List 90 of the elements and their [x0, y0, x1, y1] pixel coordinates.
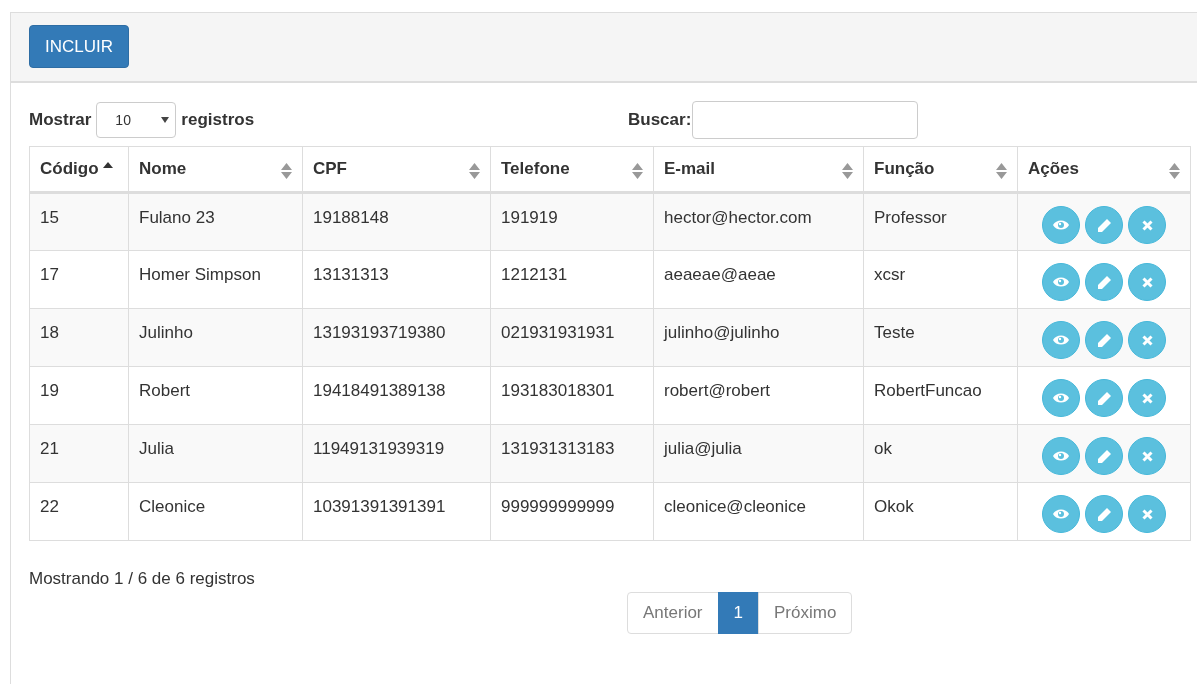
table-cell: Teste — [863, 308, 1018, 367]
view-button[interactable] — [1042, 437, 1080, 475]
delete-button[interactable] — [1128, 321, 1166, 359]
table-cell: 10391391391391 — [302, 482, 491, 541]
table-cell: 19188148 — [302, 192, 491, 251]
table-cell: Julia — [128, 424, 303, 483]
pencil-icon — [1097, 333, 1111, 347]
sort-icon — [281, 163, 292, 179]
view-button[interactable] — [1042, 495, 1080, 533]
show-label: Mostrar — [29, 110, 92, 130]
table-cell: 15 — [29, 192, 129, 251]
table-cell: Robert — [128, 366, 303, 425]
eye-icon — [1053, 276, 1069, 288]
table-cell: Okok — [863, 482, 1018, 541]
edit-button[interactable] — [1085, 206, 1123, 244]
table-cell: robert@robert — [653, 366, 864, 425]
table-cell: 999999999999 — [490, 482, 654, 541]
table-cell: 19418491389138 — [302, 366, 491, 425]
caret-icon — [161, 117, 170, 123]
close-icon — [1141, 334, 1153, 346]
delete-button[interactable] — [1128, 379, 1166, 417]
records-info: Mostrando 1 / 6 de 6 registros — [29, 569, 255, 589]
pencil-icon — [1097, 275, 1111, 289]
next-button[interactable]: Próximo — [758, 592, 853, 634]
delete-button[interactable] — [1128, 437, 1166, 475]
table-cell: Fulano 23 — [128, 192, 303, 251]
table-cell: julinho@julinho — [653, 308, 864, 367]
close-icon — [1141, 219, 1153, 231]
sort-icon — [632, 163, 643, 179]
eye-icon — [1053, 508, 1069, 520]
table-cell: 11949131939319 — [302, 424, 491, 483]
sort-icon — [469, 163, 480, 179]
sort-icon — [842, 163, 853, 179]
table-cell: 18 — [29, 308, 129, 367]
eye-icon — [1053, 219, 1069, 231]
eye-icon — [1053, 334, 1069, 346]
table-cell: cleonice@cleonice — [653, 482, 864, 541]
table-cell: 13131313 — [302, 250, 491, 309]
edit-button[interactable] — [1085, 437, 1123, 475]
table-cell: Cleonice — [128, 482, 303, 541]
table-cell: 193183018301 — [490, 366, 654, 425]
edit-button[interactable] — [1085, 263, 1123, 301]
table-cell: 1212131 — [490, 250, 654, 309]
close-icon — [1141, 508, 1153, 520]
table-cell: 22 — [29, 482, 129, 541]
edit-button[interactable] — [1085, 495, 1123, 533]
pencil-icon — [1097, 507, 1111, 521]
table-cell: 13193193719380 — [302, 308, 491, 367]
table-cell: 191919 — [490, 192, 654, 251]
delete-button[interactable] — [1128, 206, 1166, 244]
sort-icon — [1169, 163, 1180, 179]
table-cell: julia@julia — [653, 424, 864, 483]
records-label: registros — [181, 110, 255, 130]
close-icon — [1141, 450, 1153, 462]
view-button[interactable] — [1042, 379, 1080, 417]
view-button[interactable] — [1042, 321, 1080, 359]
page-button[interactable]: 1 — [717, 592, 759, 634]
previous-button[interactable]: Anterior — [627, 592, 719, 634]
delete-button[interactable] — [1128, 495, 1166, 533]
view-button[interactable] — [1042, 263, 1080, 301]
table-cell: hector@hector.com — [653, 192, 864, 251]
table-cell: 19 — [29, 366, 129, 425]
eye-icon — [1053, 392, 1069, 404]
table-cell: Professor — [863, 192, 1018, 251]
pencil-icon — [1097, 218, 1111, 232]
table-cell: 021931931931 — [490, 308, 654, 367]
table-cell: Julinho — [128, 308, 303, 367]
page-size-select[interactable]: 10 — [96, 102, 177, 138]
table-cell: 21 — [29, 424, 129, 483]
sort-icon — [996, 163, 1007, 179]
pencil-icon — [1097, 449, 1111, 463]
table-cell: RobertFuncao — [863, 366, 1018, 425]
edit-button[interactable] — [1085, 379, 1123, 417]
search-label: Buscar: — [628, 110, 692, 130]
view-button[interactable] — [1042, 206, 1080, 244]
table-cell: 17 — [29, 250, 129, 309]
table-cell: ok — [863, 424, 1018, 483]
eye-icon — [1053, 450, 1069, 462]
delete-button[interactable] — [1128, 263, 1166, 301]
pencil-icon — [1097, 391, 1111, 405]
sort-ascending-icon — [102, 162, 113, 168]
table-cell: aeaeae@aeae — [653, 250, 864, 309]
search-field[interactable] — [692, 101, 919, 139]
add-button[interactable]: INCLUIR — [29, 25, 129, 68]
table-cell: 131931313183 — [490, 424, 654, 483]
close-icon — [1141, 392, 1153, 404]
table-cell: xcsr — [863, 250, 1018, 309]
edit-button[interactable] — [1085, 321, 1123, 359]
table-cell: Homer Simpson — [128, 250, 303, 309]
close-icon — [1141, 276, 1153, 288]
